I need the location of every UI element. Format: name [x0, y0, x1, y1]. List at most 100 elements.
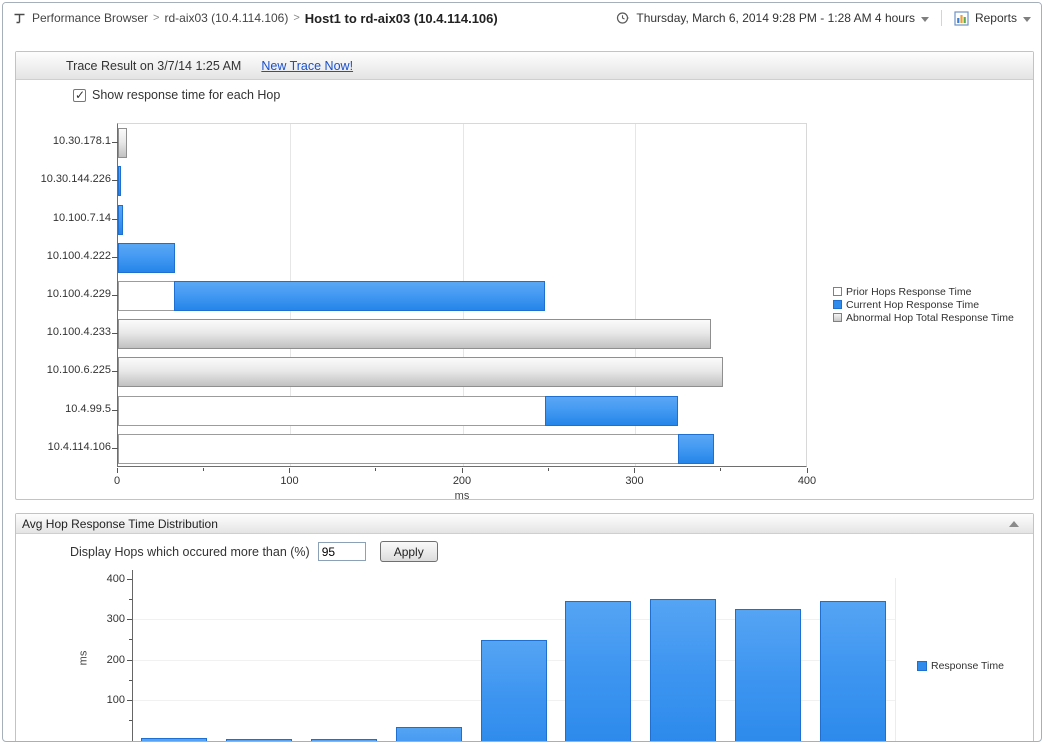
distribution-title: Avg Hop Response Time Distribution: [22, 517, 218, 531]
breadcrumb-separator: >: [293, 12, 299, 24]
legend-swatch-prior: [833, 287, 842, 296]
hop-bar-current: [545, 396, 678, 426]
y-axis-tick-label: 100: [89, 694, 125, 706]
hop-axis-tick: [112, 371, 118, 372]
hop-bar-prior: [118, 281, 175, 311]
distribution-panel-header[interactable]: Avg Hop Response Time Distribution: [16, 514, 1033, 534]
hop-axis-tick: [112, 180, 118, 181]
response-time-bar: [735, 609, 801, 742]
hop-axis-label: 10.4.114.106: [16, 441, 111, 453]
y-axis-line: [132, 570, 133, 742]
hop-bar-current: [118, 166, 121, 196]
hop-axis-tick: [112, 257, 118, 258]
breadcrumb-bar: Performance Browser > rd-aix03 (10.4.114…: [3, 3, 1041, 33]
response-time-bar: [226, 739, 292, 742]
hop-bar-prior: [118, 396, 546, 426]
legend-item: Current Hop Response Time: [833, 298, 1014, 311]
legend-swatch-abnormal: [833, 313, 842, 322]
response-time-bar: [650, 599, 716, 742]
hop-axis-label: 10.100.4.229: [16, 288, 111, 300]
plot-right-edge: [895, 578, 896, 742]
show-response-time-checkbox[interactable]: [73, 89, 86, 102]
show-response-time-row: Show response time for each Hop: [73, 88, 280, 102]
hop-axis-label: 10.100.7.14: [16, 212, 111, 224]
legend-item: Response Time: [917, 659, 1004, 672]
legend-label: Current Hop Response Time: [846, 299, 979, 311]
legend-swatch-current: [833, 300, 842, 309]
topbar-divider: [941, 10, 942, 26]
reports-icon: [954, 11, 969, 26]
legend-label: Response Time: [931, 660, 1004, 672]
show-response-time-label: Show response time for each Hop: [92, 88, 280, 102]
x-axis-tick-label: 400: [787, 475, 827, 487]
performance-browser-window: Performance Browser > rd-aix03 (10.4.114…: [2, 2, 1042, 742]
reports-menu[interactable]: Reports: [975, 11, 1017, 25]
legend-item: Abnormal Hop Total Response Time: [833, 311, 1014, 324]
hop-axis-label: 10.100.6.225: [16, 364, 111, 376]
legend-label: Abnormal Hop Total Response Time: [846, 312, 1014, 324]
x-axis-unit-label: ms: [117, 490, 807, 502]
hop-filter-row: Display Hops which occured more than (%)…: [70, 541, 438, 562]
hop-axis-label: 10.30.178.1: [16, 135, 111, 147]
breadcrumb-host[interactable]: rd-aix03 (10.4.114.106): [164, 11, 288, 25]
collapse-arrow-icon[interactable]: [1009, 521, 1019, 527]
response-time-bar: [311, 739, 377, 742]
hop-bar-abnormal: [118, 128, 127, 158]
clock-icon: [616, 11, 630, 25]
breadcrumb-separator: >: [153, 12, 159, 24]
y-axis-unit-label: ms: [77, 651, 89, 666]
breadcrumb-current: Host1 to rd-aix03 (10.4.114.106): [305, 11, 498, 26]
y-axis-tick-label: 400: [89, 573, 125, 585]
y-axis-tick-label: 300: [89, 613, 125, 625]
response-time-bar: [820, 601, 886, 742]
hop-axis-tick: [112, 142, 118, 143]
breadcrumb-performance-browser[interactable]: Performance Browser: [32, 11, 148, 25]
x-axis-tick-label: 0: [97, 475, 137, 487]
x-axis-tick-label: 100: [270, 475, 310, 487]
x-axis-tick: [289, 468, 290, 473]
hop-bar-prior: [118, 434, 679, 464]
trace-panel-header: Trace Result on 3/7/14 1:25 AM New Trace…: [16, 52, 1033, 80]
hop-bar-current: [678, 434, 714, 464]
new-trace-link[interactable]: New Trace Now!: [261, 59, 353, 73]
hop-filter-input[interactable]: [318, 542, 366, 561]
legend-label: Prior Hops Response Time: [846, 286, 971, 298]
topbar-right: Thursday, March 6, 2014 9:28 PM - 1:28 A…: [616, 10, 1031, 26]
x-axis-tick: [634, 468, 635, 473]
time-range-selector[interactable]: Thursday, March 6, 2014 9:28 PM - 1:28 A…: [636, 11, 915, 25]
trace-chart-legend: Prior Hops Response TimeCurrent Hop Resp…: [833, 285, 1014, 324]
hop-axis-label: 10.4.99.5: [16, 403, 111, 415]
x-axis-tick-label: 200: [442, 475, 482, 487]
apply-button[interactable]: Apply: [380, 541, 438, 562]
hop-axis-tick: [112, 410, 118, 411]
y-axis-tick-label: 200: [89, 654, 125, 666]
trace-result-title: Trace Result on 3/7/14 1:25 AM: [66, 59, 241, 73]
x-axis-tick: [807, 468, 808, 473]
reports-caret-icon[interactable]: [1023, 17, 1031, 22]
x-axis-minor-tick: [548, 468, 549, 471]
x-axis-tick-label: 300: [615, 475, 655, 487]
time-range-caret-icon[interactable]: [921, 17, 929, 22]
response-time-bar: [396, 727, 462, 742]
distribution-chart-legend: Response Time: [917, 659, 1004, 672]
legend-swatch-current: [917, 661, 927, 671]
hop-filter-label: Display Hops which occured more than (%): [70, 545, 310, 559]
trace-plot-area: [117, 123, 807, 467]
x-axis-minor-tick: [203, 468, 204, 471]
distribution-panel: Avg Hop Response Time Distribution Displ…: [15, 513, 1034, 742]
response-time-bar: [141, 738, 207, 742]
hop-bar-abnormal: [118, 319, 711, 349]
hop-axis-tick: [112, 295, 118, 296]
legend-item: Prior Hops Response Time: [833, 285, 1014, 298]
x-axis-tick: [117, 468, 118, 473]
hop-bar-current: [118, 205, 123, 235]
response-time-bar: [565, 601, 631, 742]
up-level-icon[interactable]: [13, 12, 26, 25]
x-axis-tick: [462, 468, 463, 473]
hop-axis-tick: [112, 448, 118, 449]
x-axis-minor-tick: [375, 468, 376, 471]
hop-bar-current: [174, 281, 545, 311]
hop-axis-label: 10.30.144.226: [16, 173, 111, 185]
hop-axis-tick: [112, 333, 118, 334]
hop-axis-tick: [112, 219, 118, 220]
